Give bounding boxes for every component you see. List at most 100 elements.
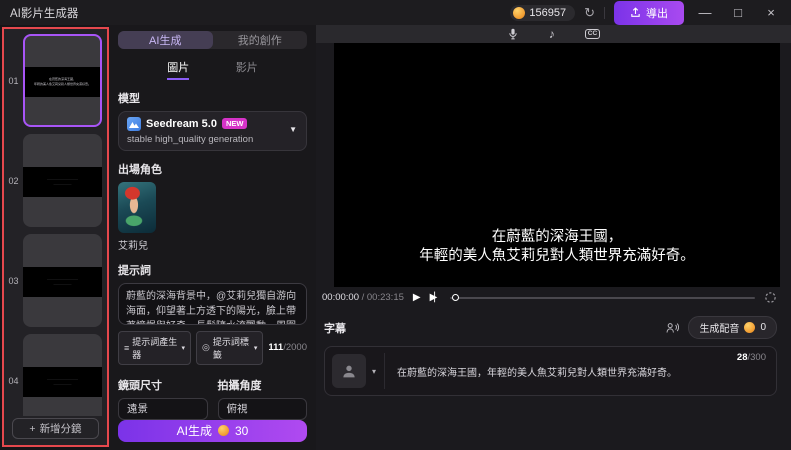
credits-balance[interactable]: 156957 xyxy=(510,4,576,21)
new-badge: NEW xyxy=(221,118,248,130)
storyboard-thumbnail-1[interactable]: 在蔚藍的深海王國， 年輕的美人魚艾莉兒對人類世界充滿好奇。 xyxy=(23,34,102,127)
shot-size-label: 鏡頭尺寸 xyxy=(118,379,162,392)
thumbnail-subtitle-band: ······························· ········… xyxy=(23,166,102,198)
tab-ai-generate[interactable]: AI生成 xyxy=(118,31,213,49)
total-duration: / 00:23:15 xyxy=(361,292,404,303)
microphone-icon[interactable] xyxy=(507,28,519,40)
prompt-generator-button[interactable]: ≡ 提示詞產生器 ▾ xyxy=(118,330,192,365)
storyboard-item-3[interactable]: 03 ······························· ·····… xyxy=(4,234,102,327)
model-dropdown[interactable]: Seedream 5.0 NEW stable high_quality gen… xyxy=(118,110,307,151)
character-thumbnail[interactable] xyxy=(118,181,156,233)
storyboard-list: 01 在蔚藍的深海王國， 年輕的美人魚艾莉兒對人類世界充滿好奇。 02 ····… xyxy=(4,29,107,416)
captions-section: 字幕 生成配音 0 ▾ 在蔚藍的深海王國，年輕的美人魚艾莉兒對人類世界充滿好奇。… xyxy=(316,308,791,396)
divider xyxy=(604,6,605,19)
seek-slider[interactable] xyxy=(450,293,755,301)
loop-fullscreen-icon[interactable] xyxy=(764,291,777,304)
thumbnail-subtitle-band: ······························· ········… xyxy=(23,266,102,298)
credits-value: 156957 xyxy=(529,6,567,19)
storyboard-sidebar: 01 在蔚藍的深海王國， 年輕的美人魚艾莉兒對人類世界充滿好奇。 02 ····… xyxy=(2,27,109,447)
prompt-char-count: 111/2000 xyxy=(268,342,307,353)
ai-generate-cost: 30 xyxy=(234,423,249,438)
prompt-section-label: 提示詞 xyxy=(118,264,151,277)
player-panel: ♪ CC 在蔚藍的深海王國， 年輕的美人魚艾莉兒對人類世界充滿好奇。 00:00… xyxy=(316,25,791,450)
add-storyboard-button[interactable]: + 新增分鏡 xyxy=(12,418,99,439)
storyboard-thumbnail-4[interactable]: ······························· ········… xyxy=(23,334,102,416)
model-logo-icon xyxy=(127,116,141,131)
coin-icon xyxy=(513,6,526,19)
model-name: Seedream 5.0 xyxy=(146,117,217,130)
captions-title: 字幕 xyxy=(324,322,346,335)
thumb-caption: ·················· xyxy=(53,181,72,186)
coin-icon xyxy=(744,322,756,333)
video-preview[interactable]: 在蔚藍的深海王國， 年輕的美人魚艾莉兒對人類世界充滿好奇。 xyxy=(334,43,780,287)
refresh-icon[interactable]: ↻ xyxy=(584,5,595,21)
ai-generate-button[interactable]: AI生成 30 xyxy=(118,419,307,442)
thumbnail-subtitle-band: ······························· ········… xyxy=(23,366,102,398)
prompt-input[interactable]: 蔚藍的深海背景中，@艾莉兒獨自游向海面，仰望著上方透下的陽光，臉上帶著憧憬與好奇… xyxy=(118,282,307,325)
prompt-count-max: /2000 xyxy=(283,342,307,354)
caption-char-count: 28/300 xyxy=(737,352,766,363)
storyboard-item-1[interactable]: 01 在蔚藍的深海王國， 年輕的美人魚艾莉兒對人類世界充滿好奇。 xyxy=(4,34,102,127)
export-label: 導出 xyxy=(646,7,668,20)
storyboard-item-4[interactable]: 04 ······························· ·····… xyxy=(4,334,102,416)
caption-row[interactable]: ▾ 在蔚藍的深海王國，年輕的美人魚艾莉兒對人類世界充滿好奇。 28/300 xyxy=(324,346,777,396)
close-button[interactable]: × xyxy=(759,5,783,20)
voice-icon[interactable] xyxy=(666,322,680,334)
export-button[interactable]: 導出 xyxy=(614,0,684,25)
storyboard-index: 03 xyxy=(8,275,19,286)
captions-toggle-icon[interactable]: CC xyxy=(584,28,601,40)
video-subtitle-line1: 在蔚藍的深海王國， xyxy=(491,228,623,245)
prompt-count-current: 111 xyxy=(268,342,284,354)
play-button[interactable]: ▶ xyxy=(413,292,421,303)
generate-voiceover-label: 生成配音 xyxy=(699,324,740,335)
timecode: 00:00:00 / 00:23:15 xyxy=(322,292,404,303)
prompt-tags-icon: ◎ xyxy=(202,342,210,353)
mode-tabs: AI生成 我的創作 xyxy=(118,31,307,49)
ai-generate-label: AI生成 xyxy=(176,424,212,439)
caret-down-icon: ▾ xyxy=(181,344,186,352)
storyboard-item-2[interactable]: 02 ······························· ·····… xyxy=(4,134,102,227)
storyboard-index: 02 xyxy=(8,175,19,186)
camera-angle-input[interactable]: 俯視 xyxy=(217,397,307,420)
model-subtitle: stable high_quality generation xyxy=(127,133,254,145)
export-icon xyxy=(631,7,640,17)
step-forward-button[interactable]: ▶▏ xyxy=(430,291,442,303)
storyboard-thumbnail-2[interactable]: ······························· ········… xyxy=(23,134,102,227)
plus-icon: + xyxy=(29,422,36,435)
caption-caret-icon[interactable]: ▾ xyxy=(372,367,376,376)
step-bar-icon: ▏ xyxy=(434,291,442,302)
generate-voiceover-button[interactable]: 生成配音 0 xyxy=(688,316,777,339)
caption-avatar[interactable] xyxy=(332,354,366,388)
generator-panel: AI生成 我的創作 圖片 影片 模型 Seedream 5.0 NEW stab… xyxy=(109,25,316,450)
thumbnail-subtitle-band: 在蔚藍的深海王國， 年輕的美人魚艾莉兒對人類世界充滿好奇。 xyxy=(25,67,100,97)
storyboard-index: 01 xyxy=(8,75,19,86)
minimize-button[interactable]: — xyxy=(693,5,717,20)
caption-count-current: 28 xyxy=(736,352,748,363)
prompt-tags-label: 提示詞標籤 xyxy=(212,336,249,360)
prompt-generator-icon: ≡ xyxy=(124,342,130,353)
player-toolbar: ♪ CC xyxy=(316,25,791,43)
seek-knob[interactable] xyxy=(452,293,460,301)
tab-image[interactable]: 圖片 xyxy=(167,59,190,80)
shot-size-input[interactable]: 遠景 xyxy=(118,397,208,420)
prompt-tags-button[interactable]: ◎ 提示詞標籤 ▾ xyxy=(196,330,264,365)
caption-text-input[interactable]: 在蔚藍的深海王國，年輕的美人魚艾莉兒對人類世界充滿好奇。 xyxy=(393,364,766,379)
model-section-label: 模型 xyxy=(118,92,140,105)
video-subtitle-line2: 年輕的美人魚艾莉兒對人類世界充滿好奇。 xyxy=(419,248,695,265)
voiceover-cost: 0 xyxy=(760,322,766,333)
character-name: 艾莉兒 xyxy=(118,240,148,252)
video-subtitle: 在蔚藍的深海王國， 年輕的美人魚艾莉兒對人類世界充滿好奇。 xyxy=(334,228,780,267)
thumb-caption: 年輕的美人魚艾莉兒對人類世界充滿好奇。 xyxy=(33,81,91,86)
storyboard-index: 04 xyxy=(8,375,19,386)
app-title: AI影片生成器 xyxy=(10,7,79,20)
add-storyboard-label: 新增分鏡 xyxy=(39,423,82,435)
storyboard-thumbnail-3[interactable]: ······························· ········… xyxy=(23,234,102,327)
maximize-button[interactable]: □ xyxy=(726,5,750,20)
coin-icon xyxy=(217,425,229,437)
current-time: 00:00:00 xyxy=(322,292,359,303)
music-icon[interactable]: ♪ xyxy=(549,28,555,40)
tab-video[interactable]: 影片 xyxy=(236,59,258,80)
camera-angle-label: 拍攝角度 xyxy=(217,379,262,392)
tab-my-creations[interactable]: 我的創作 xyxy=(213,31,308,49)
titlebar: AI影片生成器 156957 ↻ 導出 — □ × xyxy=(0,0,791,25)
